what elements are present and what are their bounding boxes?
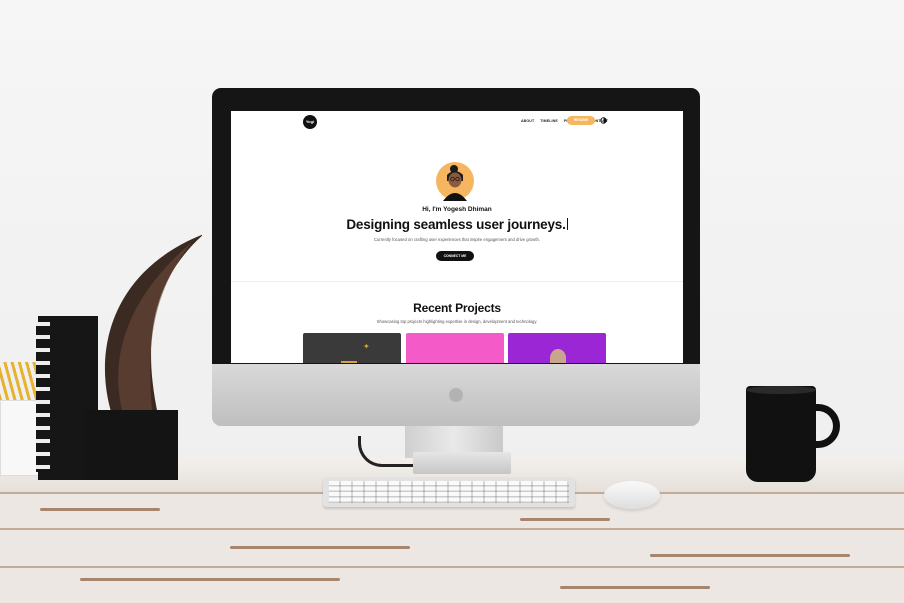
pencil-cup — [0, 400, 40, 476]
projects-title: Recent Projects — [413, 301, 501, 315]
hero-greeting: Hi, I'm Yogesh Dhiman — [422, 206, 492, 213]
desk-wear — [230, 546, 410, 549]
desk-wear — [650, 554, 850, 557]
monitor-logo — [449, 388, 463, 402]
planner-rings — [36, 322, 50, 472]
hero-subtitle: Currently focused on crafting user exper… — [374, 237, 540, 242]
typing-cursor — [566, 218, 568, 230]
projects-subtitle: Showcasing top projects highlighting exp… — [376, 319, 538, 324]
site-logo[interactable]: Yogi — [303, 115, 317, 129]
nav-link-about[interactable]: ABOUT — [521, 119, 534, 123]
moon-icon[interactable] — [600, 117, 607, 124]
site-navbar: Yogi ABOUT TIMELINE PROJECTS CONTACT RES… — [231, 111, 683, 133]
desk-wear — [520, 518, 610, 521]
horn-sculpture — [105, 234, 202, 415]
keyboard — [323, 477, 575, 507]
pencils — [0, 362, 38, 404]
card-accent-bar — [341, 361, 357, 363]
mug-rim — [746, 386, 816, 394]
website-screen: Yogi ABOUT TIMELINE PROJECTS CONTACT RES… — [231, 111, 683, 363]
desk-wear — [80, 578, 340, 581]
project-card[interactable] — [508, 333, 606, 363]
monitor-stand-base — [413, 452, 511, 474]
sparkle-icon: ✦ — [363, 342, 370, 351]
desk-wear — [560, 586, 710, 589]
horn-stand — [84, 410, 178, 480]
connect-button[interactable]: CONNECT ME — [436, 251, 474, 261]
avatar-illustration — [436, 162, 474, 201]
coffee-mug — [746, 386, 840, 482]
keyboard-keys — [329, 481, 569, 503]
desk-wear — [40, 508, 160, 511]
hero-headline-text: Designing seamless user journeys. — [346, 217, 566, 232]
desk-plank-line — [0, 528, 904, 530]
resume-button[interactable]: RESUME — [567, 116, 595, 125]
mouse — [604, 481, 660, 509]
monitor-chin — [212, 364, 700, 426]
portrait-thumbnail — [550, 349, 566, 363]
nav-link-timeline[interactable]: TIMELINE — [540, 119, 558, 123]
project-card[interactable]: ✦ — [303, 333, 401, 363]
desk-plank-line — [0, 566, 904, 568]
hero-headline: Designing seamless user journeys. — [231, 217, 683, 232]
section-divider — [231, 281, 683, 282]
project-card[interactable] — [406, 333, 504, 363]
